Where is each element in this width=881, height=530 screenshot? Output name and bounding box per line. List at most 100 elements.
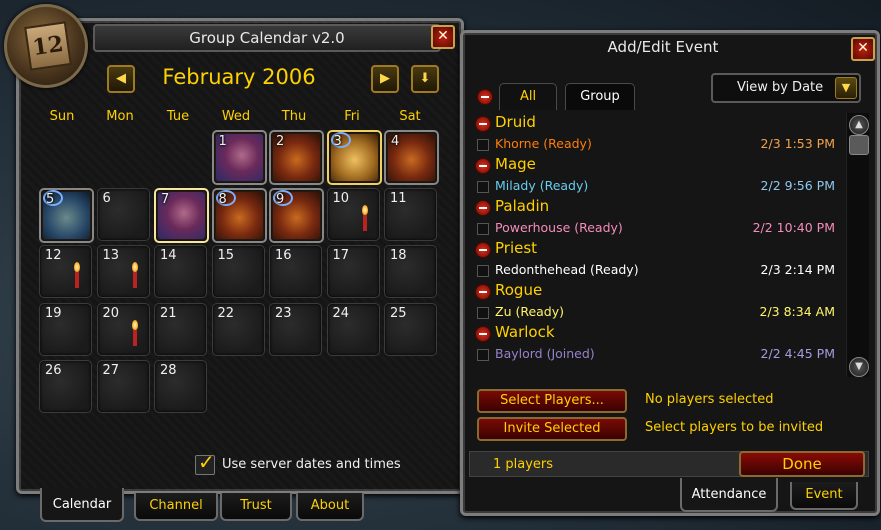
next-month-button[interactable]: ▶ xyxy=(371,65,399,93)
day-number: 7 xyxy=(161,191,170,207)
class-name: Priest xyxy=(495,239,538,257)
day-cell[interactable]: 16 xyxy=(269,245,322,298)
day-cell[interactable]: 20 xyxy=(96,302,150,356)
scroll-up-icon[interactable]: ▲ xyxy=(849,115,869,135)
player-row[interactable]: Milady (Ready) 2/2 9:56 PM xyxy=(469,177,839,195)
day-cell[interactable]: 23 xyxy=(269,302,322,356)
scroll-down-icon[interactable]: ▼ xyxy=(849,357,869,377)
event-close-button[interactable]: ✕ xyxy=(851,37,875,61)
day-cell[interactable]: 4 xyxy=(384,130,439,185)
player-row[interactable]: Baylord (Joined) 2/2 4:45 PM xyxy=(469,345,839,363)
player-row[interactable]: Powerhouse (Ready) 2/2 10:40 PM xyxy=(469,219,839,237)
player-time: 2/3 1:53 PM xyxy=(760,136,835,151)
tab-trust[interactable]: Trust xyxy=(220,493,292,521)
select-players-button[interactable]: Select Players... xyxy=(477,389,627,413)
player-checkbox[interactable] xyxy=(477,349,489,361)
player-checkbox[interactable] xyxy=(477,265,489,277)
tab-channel[interactable]: Channel xyxy=(134,493,218,521)
filter-tab-group[interactable]: Group xyxy=(565,83,635,110)
scroll-thumb[interactable] xyxy=(849,135,869,155)
day-cell[interactable]: 5 xyxy=(39,187,94,243)
month-icon-day: 12 xyxy=(24,21,72,71)
day-cell[interactable]: 13 xyxy=(96,245,150,298)
collapse-icon[interactable] xyxy=(475,242,491,258)
day-cell[interactable]: 17 xyxy=(326,245,380,298)
player-count: 1 players xyxy=(493,457,554,472)
day-number: 11 xyxy=(390,190,407,206)
day-cell[interactable]: 3 xyxy=(326,130,382,185)
player-row[interactable]: Redonthehead (Ready) 2/3 2:14 PM xyxy=(469,261,839,279)
day-cell[interactable]: 7 xyxy=(154,187,209,243)
tab-event[interactable]: Event xyxy=(790,482,858,510)
day-number: 17 xyxy=(332,248,350,263)
day-cell[interactable]: 15 xyxy=(211,245,265,298)
prev-month-button[interactable]: ◀ xyxy=(107,65,135,93)
player-row[interactable]: Zu (Ready) 2/3 8:34 AM xyxy=(469,303,839,321)
day-cell[interactable]: 25 xyxy=(384,302,437,356)
weekday-sat: Sat xyxy=(399,109,421,124)
collapse-all-icon[interactable] xyxy=(477,89,493,105)
left-arrow-icon: ◀ xyxy=(116,71,126,86)
invite-selected-button[interactable]: Invite Selected xyxy=(477,417,627,441)
calendar-close-button[interactable]: ✕ xyxy=(431,25,455,49)
tab-attendance[interactable]: Attendance xyxy=(680,478,778,512)
player-row[interactable]: Khorne (Ready) 2/3 1:53 PM xyxy=(469,135,839,153)
day-cell[interactable]: 22 xyxy=(211,302,265,356)
day-number: 20 xyxy=(102,305,120,321)
tab-calendar[interactable]: Calendar xyxy=(40,488,124,522)
day-cell[interactable]: 1 xyxy=(211,130,267,185)
collapse-icon[interactable] xyxy=(475,284,491,300)
player-time: 2/2 9:56 PM xyxy=(760,178,835,193)
day-number: 27 xyxy=(102,363,120,378)
done-button[interactable]: Done xyxy=(739,451,865,477)
day-number: 23 xyxy=(275,305,292,321)
player-checkbox[interactable] xyxy=(477,139,489,151)
day-cell[interactable]: 11 xyxy=(384,187,437,241)
day-number: 16 xyxy=(275,248,292,263)
day-cell[interactable]: 18 xyxy=(384,245,437,298)
month-label: February 2006 xyxy=(162,65,316,89)
day-number: 5 xyxy=(46,191,55,207)
tab-about[interactable]: About xyxy=(296,493,364,521)
day-number: 3 xyxy=(333,134,342,149)
checkmark-icon: ✓ xyxy=(198,450,215,474)
player-name: Milady (Ready) xyxy=(495,178,589,193)
candle-icon xyxy=(131,319,138,346)
attendance-scrollbar[interactable]: ▲ ▼ xyxy=(846,113,869,377)
day-cell[interactable]: 27 xyxy=(96,360,150,413)
calendar-month-icon: 12 xyxy=(4,4,88,88)
day-cell[interactable]: 14 xyxy=(154,245,207,298)
day-number: 22 xyxy=(217,305,235,321)
day-cell[interactable]: 24 xyxy=(326,302,380,356)
collapse-icon[interactable] xyxy=(475,200,491,216)
day-cell[interactable]: 28 xyxy=(154,360,207,413)
day-cell[interactable]: 26 xyxy=(39,360,92,413)
day-cell[interactable]: 6 xyxy=(96,187,150,241)
weekday-tue: Tue xyxy=(166,109,190,124)
dropdown-arrow-icon[interactable]: ▼ xyxy=(835,77,857,99)
player-checkbox[interactable] xyxy=(477,307,489,319)
server-time-checkbox[interactable]: ✓ xyxy=(195,450,215,475)
day-cell[interactable]: 9 xyxy=(269,187,324,243)
day-cell[interactable]: 19 xyxy=(39,302,92,356)
filter-tab-all[interactable]: All xyxy=(499,83,557,110)
view-by-dropdown[interactable]: View by Date ▼ xyxy=(711,73,861,103)
weekday-mon: Mon xyxy=(106,109,134,124)
collapse-icon[interactable] xyxy=(475,116,491,132)
day-cell[interactable]: 12 xyxy=(39,245,92,298)
day-cell[interactable]: 21 xyxy=(154,302,207,356)
player-checkbox[interactable] xyxy=(477,223,489,235)
invite-status: Select players to be invited xyxy=(645,420,824,435)
day-number: 26 xyxy=(45,363,62,378)
day-cell[interactable]: 2 xyxy=(269,130,324,185)
player-checkbox[interactable] xyxy=(477,181,489,193)
collapse-icon[interactable] xyxy=(475,326,491,342)
day-cell[interactable]: 8 xyxy=(211,187,267,243)
collapse-icon[interactable] xyxy=(475,158,491,174)
day-number: 19 xyxy=(45,305,62,321)
day-cell[interactable]: 10 xyxy=(326,187,380,241)
day-number: 21 xyxy=(160,305,177,321)
select-status: No players selected xyxy=(645,392,774,407)
today-button[interactable]: ⬇ xyxy=(411,65,439,93)
day-number: 25 xyxy=(390,305,407,321)
